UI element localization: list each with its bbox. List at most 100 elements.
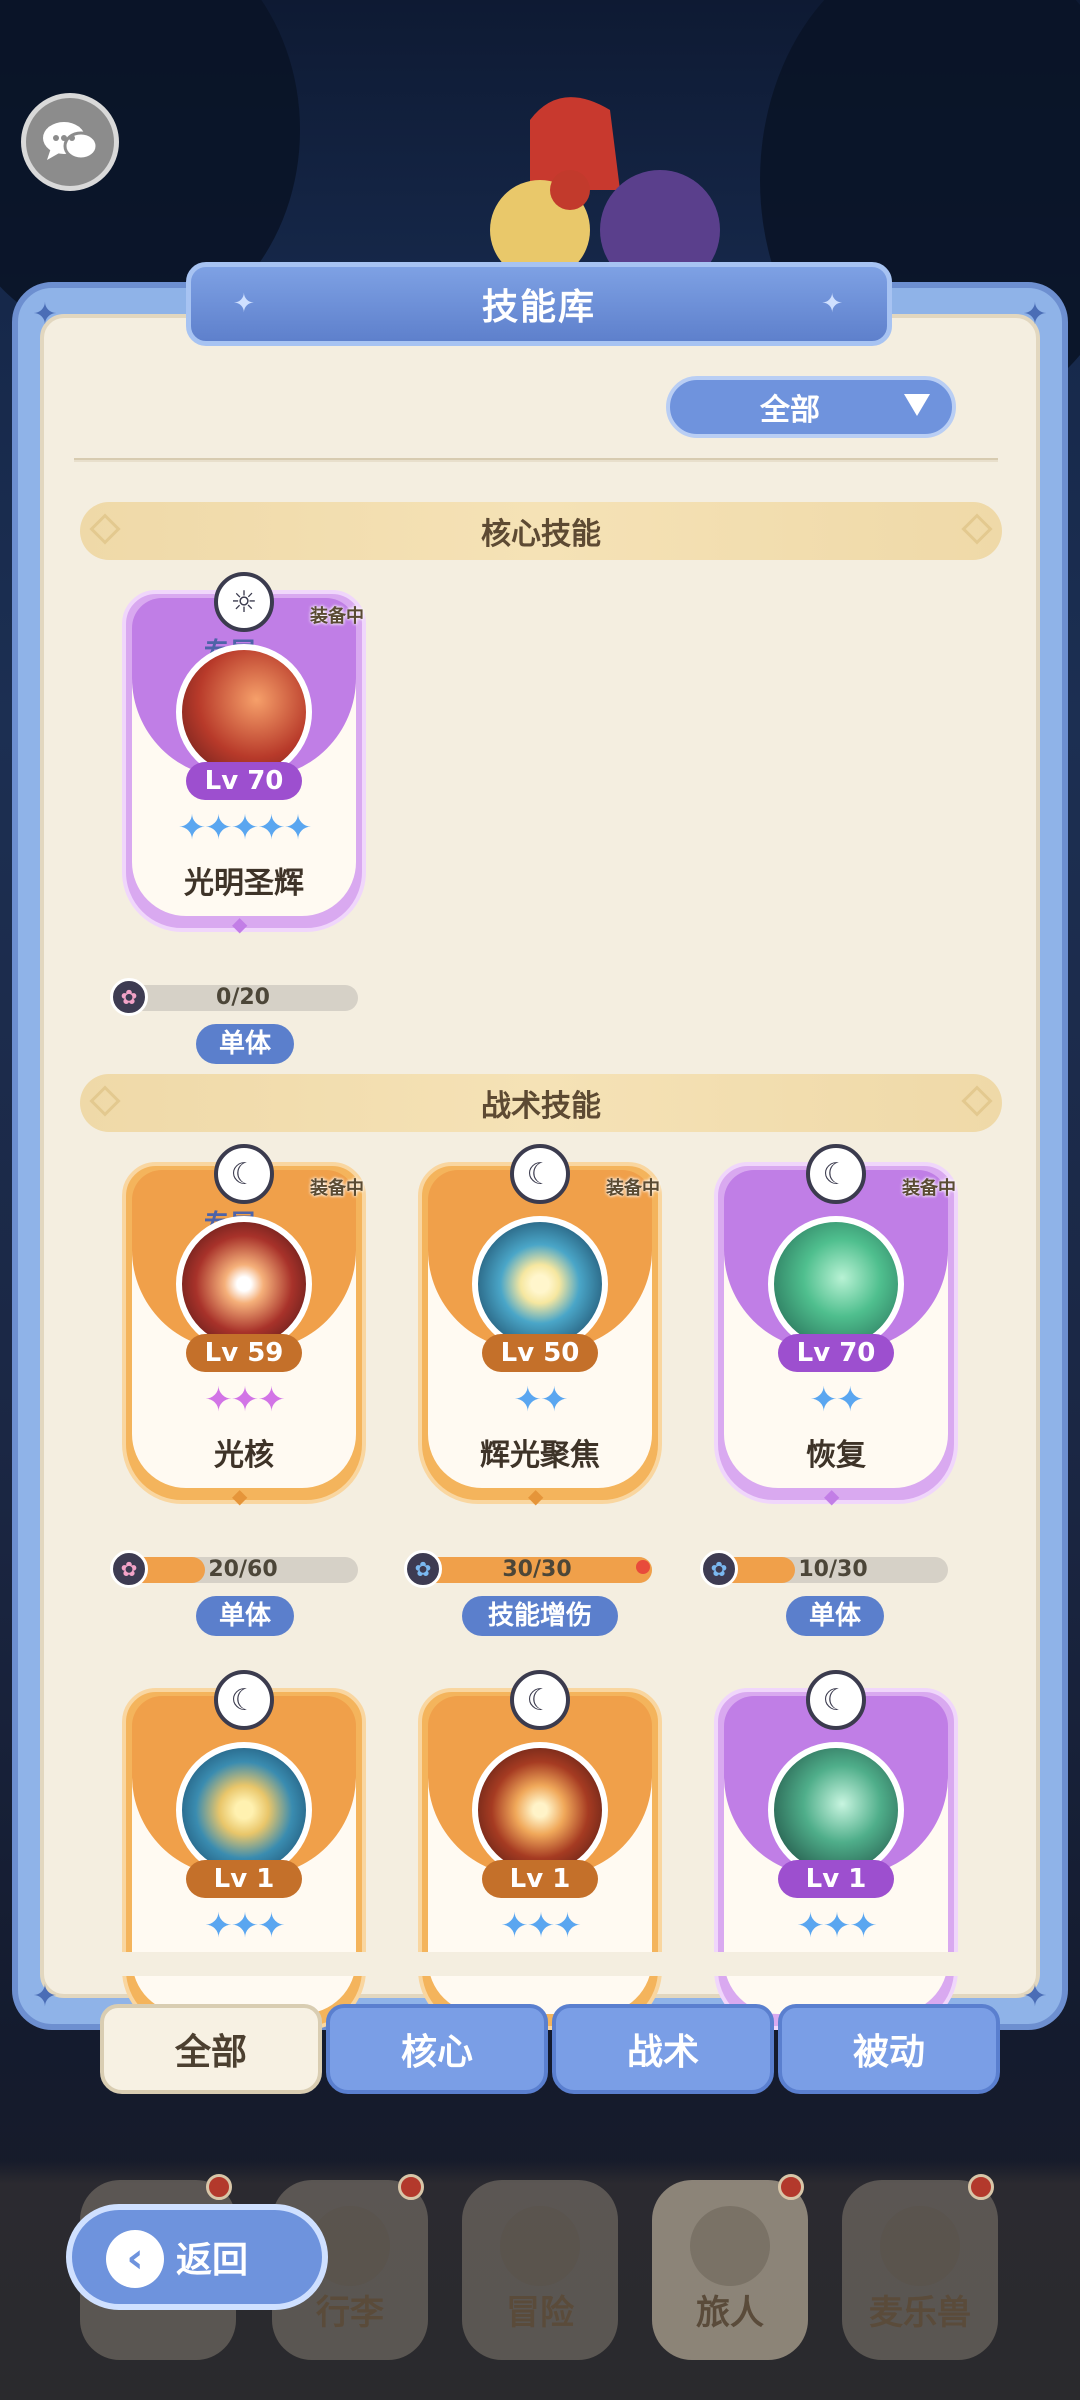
chat-bubbles-icon xyxy=(43,122,99,161)
corner-ornament-icon: ✦ xyxy=(1022,1979,1048,2014)
sparkle-icon: ✦ xyxy=(233,289,257,319)
moon-element-icon: ☾ xyxy=(214,1144,274,1204)
progress-text: 20/60 xyxy=(208,1557,278,1582)
progress-text: 10/30 xyxy=(798,1557,868,1582)
moon-element-icon: ☾ xyxy=(510,1670,570,1730)
notification-dot xyxy=(206,2174,232,2200)
caret-down-icon xyxy=(904,394,930,416)
page-title-plate: ✦ 技能库 ✦ xyxy=(186,262,892,346)
section-title-tactical: 战术技能 xyxy=(481,1089,601,1124)
skill-level: Lv 70 xyxy=(778,1334,894,1372)
equipped-label: 装备中 xyxy=(310,1178,364,1199)
corner-ornament-icon: ✦ xyxy=(1022,297,1048,332)
skill-level: Lv 59 xyxy=(186,1334,302,1372)
sun-element-icon: ☼ xyxy=(214,572,274,632)
diamond-ornament-icon: ◆ xyxy=(528,1484,544,1508)
back-button[interactable]: ‹ 返回 xyxy=(66,2204,328,2310)
divider xyxy=(74,458,998,462)
filter-selected-value: 全部 xyxy=(760,393,820,428)
back-label: 返回 xyxy=(176,2240,249,2281)
section-header-tactical: 战术技能 xyxy=(80,1074,1002,1132)
skill-level: Lv 50 xyxy=(482,1334,598,1372)
filter-dropdown[interactable]: 全部 xyxy=(666,376,956,438)
nav-label: 冒险 xyxy=(506,2293,574,2333)
star-rating: ✦✦ xyxy=(809,1380,865,1420)
notification-dot xyxy=(778,2174,804,2200)
skill-name: 光明圣辉 xyxy=(184,866,304,901)
skill-card[interactable]: ☾ 装备中 Lv 50 ✦✦ 辉光聚焦 ◆ xyxy=(418,1144,662,1508)
skill-orb-icon xyxy=(472,1742,608,1878)
nav-item-traveler[interactable]: 旅人 xyxy=(652,2174,808,2360)
skill-name: 恢复 xyxy=(806,1438,866,1473)
nav-label: 行李 xyxy=(316,2293,384,2333)
progress-text: 0/20 xyxy=(216,985,270,1010)
skill-target-tag: 技能增伤 xyxy=(462,1596,618,1636)
arrow-left-icon: ‹ xyxy=(106,2230,164,2288)
skill-name: 辉光聚焦 xyxy=(480,1438,600,1473)
star-rating: ✦✦✦ xyxy=(204,1380,285,1420)
equipped-label: 装备中 xyxy=(310,606,364,627)
nav-label: 旅人 xyxy=(696,2293,764,2333)
skill-name: 光核 xyxy=(214,1438,274,1473)
moon-element-icon: ☾ xyxy=(214,1670,274,1730)
notification-dot xyxy=(398,2174,424,2200)
star-rating: ✦✦✦ xyxy=(204,1906,285,1946)
chat-button[interactable] xyxy=(21,93,119,191)
pet-fox-icon xyxy=(880,2206,960,2286)
nav-label: 麦乐兽 xyxy=(869,2293,971,2333)
skill-target-tag: 单体 xyxy=(786,1596,884,1636)
skill-orb-icon xyxy=(768,1216,904,1352)
skill-card[interactable]: ☾ 装备中 Lv 70 ✦✦ 恢复 ◆ xyxy=(714,1144,958,1508)
tab-tactical[interactable]: 战术 xyxy=(552,2004,774,2094)
skill-upgrade-progress: ✿ 10/30 xyxy=(700,1550,948,1588)
skill-target-tag: 单体 xyxy=(196,1596,294,1636)
sparkle-icon: ✦ xyxy=(821,289,845,319)
notification-dot xyxy=(636,1560,650,1574)
diamond-ornament-icon xyxy=(961,513,993,545)
moon-element-icon: ☾ xyxy=(806,1670,866,1730)
skill-upgrade-progress: ✿ 30/30 xyxy=(404,1550,652,1588)
diamond-ornament-icon xyxy=(89,1085,121,1117)
diamond-ornament-icon: ◆ xyxy=(824,1484,840,1508)
corner-ornament-icon: ✦ xyxy=(32,1979,58,2014)
progress-text: 30/30 xyxy=(502,1557,572,1582)
moon-element-icon: ☾ xyxy=(510,1144,570,1204)
corner-ornament-icon: ✦ xyxy=(32,297,58,332)
skill-orb-icon xyxy=(176,1742,312,1878)
skill-card[interactable]: ☾ Lv 1 ✦✦✦ xyxy=(714,1670,958,2030)
skill-card[interactable]: ☾ Lv 1 ✦✦✦ xyxy=(122,1670,366,2030)
traveler-avatar-icon xyxy=(690,2206,770,2286)
skill-upgrade-progress: ✿ 0/20 xyxy=(110,978,358,1016)
equipped-label: 装备中 xyxy=(606,1178,660,1199)
crossed-swords-icon xyxy=(500,2206,580,2286)
skill-orb-icon xyxy=(768,1742,904,1878)
nav-item-pets[interactable]: 麦乐兽 xyxy=(842,2174,998,2360)
notification-dot xyxy=(968,2174,994,2200)
skill-level: Lv 1 xyxy=(482,1860,598,1898)
skill-upgrade-progress: ✿ 20/60 xyxy=(110,1550,358,1588)
section-title-core: 核心技能 xyxy=(481,517,601,552)
skill-orb-icon xyxy=(176,644,312,780)
skill-orb-icon xyxy=(176,1216,312,1352)
skill-card[interactable]: ☼ 装备中 专属 Lv 70 ✦✦✦✦✦ 光明圣辉 ◆ xyxy=(122,572,366,936)
category-tabs: 全部 核心 战术 被动 xyxy=(100,2004,1000,2094)
page-title: 技能库 xyxy=(481,287,596,328)
nav-item-adventure[interactable]: 冒险 xyxy=(462,2180,618,2360)
star-rating: ✦✦✦✦✦ xyxy=(177,808,312,848)
diamond-ornament-icon: ◆ xyxy=(232,1484,248,1508)
skill-level: Lv 70 xyxy=(186,762,302,800)
skill-card[interactable]: ☾ 装备中 专属 Lv 59 ✦✦✦ 光核 ◆ xyxy=(122,1144,366,1508)
tab-passive[interactable]: 被动 xyxy=(778,2004,1000,2094)
skill-orb-icon xyxy=(472,1216,608,1352)
tab-all[interactable]: 全部 xyxy=(100,2004,322,2094)
skill-target-tag: 单体 xyxy=(196,1024,294,1064)
diamond-ornament-icon xyxy=(89,513,121,545)
star-rating: ✦✦✦ xyxy=(796,1906,877,1946)
equipped-label: 装备中 xyxy=(902,1178,956,1199)
star-rating: ✦✦✦ xyxy=(500,1906,581,1946)
skill-card[interactable]: ☾ Lv 1 ✦✦✦ xyxy=(418,1670,662,2030)
tab-core[interactable]: 核心 xyxy=(326,2004,548,2094)
moon-element-icon: ☾ xyxy=(806,1144,866,1204)
section-header-core: 核心技能 xyxy=(80,502,1002,560)
skill-level: Lv 1 xyxy=(778,1860,894,1898)
